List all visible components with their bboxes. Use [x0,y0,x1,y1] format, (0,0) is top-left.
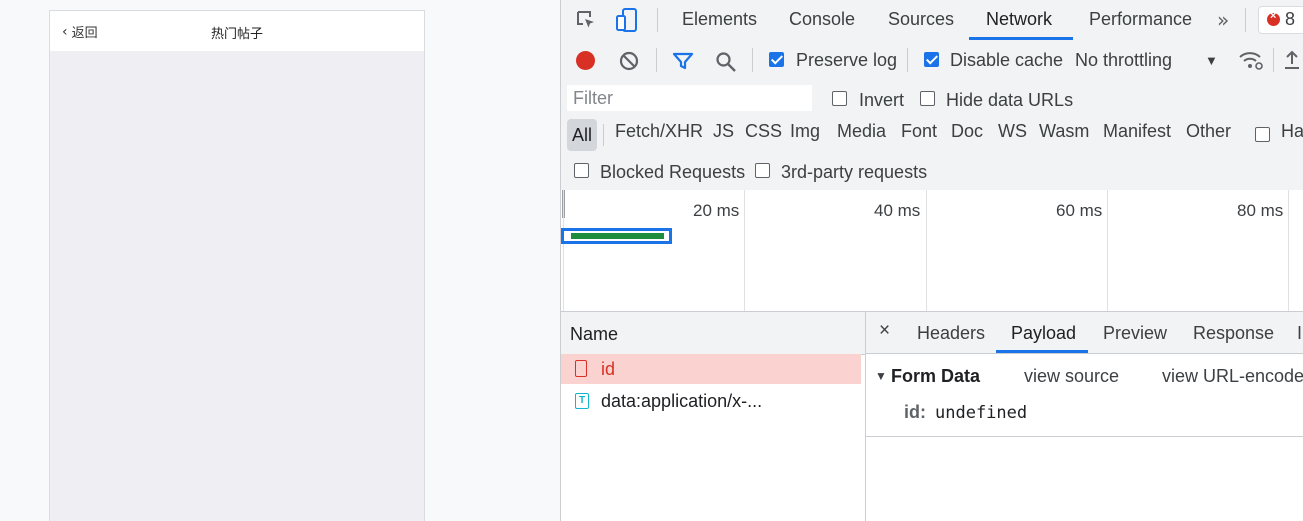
third-party-label: 3rd-party requests [781,162,928,182]
record-icon[interactable] [576,51,595,70]
payload-key: id: [904,402,926,422]
device-toolbar-icon[interactable] [615,7,639,38]
close-icon[interactable]: × [879,320,890,342]
payload-value: undefined [935,403,1028,423]
tab-headers[interactable]: Headers [917,323,985,344]
devtools-tab-bar: Elements Console Sources Network Perform… [561,0,1303,41]
view-url-encoded-button[interactable]: view URL-encoded [1162,366,1303,387]
error-icon-x: × [1270,10,1277,22]
search-icon[interactable] [715,51,737,78]
document-error-icon [575,360,587,377]
type-filter-manifest[interactable]: Manifest [1103,121,1171,142]
grid-line [744,190,745,311]
has-blocked-cookies-checkbox[interactable] [1255,127,1270,142]
form-data-title[interactable]: Form Data [891,366,980,387]
mobile-nav-bar: ‹ 返回 热门帖子 [50,11,424,51]
invert-label: Invert [859,90,905,110]
type-filter-media[interactable]: Media [837,121,886,142]
error-counter[interactable]: × 8 [1258,6,1303,34]
has-blocked-cookies-label: Ha [1281,121,1303,141]
preserve-log-checkbox[interactable] [769,52,784,67]
tab-performance[interactable]: Performance [1089,9,1192,30]
preserve-log-label: Preserve log [796,50,898,70]
grid-line [1288,190,1289,311]
type-filter-ws[interactable]: WS [998,121,1027,142]
grid-line [926,190,927,311]
tab-sources[interactable]: Sources [888,9,954,30]
type-filter-all[interactable]: All [567,119,597,151]
filter-icon[interactable] [672,52,694,75]
throttling-select[interactable]: No throttling [1075,50,1172,71]
timeline-tick: 40 ms [874,201,921,220]
request-detail-pane: × Headers Payload Preview Response I ▼ F… [866,312,1303,521]
name-header-label: Name [570,324,619,344]
type-filter-js[interactable]: JS [713,121,734,142]
network-conditions-icon[interactable] [1238,49,1264,76]
request-name: data:application/x-... [601,391,763,411]
more-tabs-icon[interactable]: » [1217,8,1229,32]
grid-line [563,190,564,311]
type-filter-fetch-xhr[interactable]: Fetch/XHR [615,121,703,142]
tab-elements[interactable]: Elements [682,9,757,30]
type-filter-font[interactable]: Font [901,121,937,142]
dropdown-arrow-icon[interactable]: ▼ [1205,53,1218,68]
request-row[interactable]: T data:application/x-... [561,386,861,416]
type-filter-img[interactable]: Img [790,121,820,142]
tab-response[interactable]: Response [1193,323,1274,344]
page-title: 热门帖子 [210,26,263,41]
filter-input[interactable] [567,85,812,111]
active-tab-indicator [996,350,1088,353]
request-row[interactable]: id [561,354,861,384]
disable-cache-checkbox[interactable] [924,52,939,67]
view-source-button[interactable]: view source [1024,366,1119,387]
network-overview[interactable]: 20 ms 40 ms 60 ms 80 ms [561,190,1303,312]
error-count: 8 [1285,9,1296,29]
request-list: Name id T data:application/x-... [561,312,866,521]
collapse-triangle-icon[interactable]: ▼ [875,369,887,383]
disable-cache-label: Disable cache [950,50,1064,70]
tab-preview[interactable]: Preview [1103,323,1167,344]
third-party-checkbox[interactable] [755,163,770,178]
type-filter-css[interactable]: CSS [745,121,782,142]
divider [603,124,604,146]
text-file-icon: T [575,393,589,409]
tab-initiator[interactable]: I [1297,323,1302,344]
divider [752,48,753,72]
mobile-preview: ‹ 返回 热门帖子 [49,10,425,521]
tab-network[interactable]: Network [986,9,1052,30]
divider [1273,48,1274,72]
blocked-requests-checkbox[interactable] [574,163,589,178]
name-column-header[interactable]: Name [561,312,865,355]
divider [657,8,658,32]
divider [1245,8,1246,32]
grid-line [1107,190,1108,311]
type-filter-wasm[interactable]: Wasm [1039,121,1089,142]
detail-tab-bar: × Headers Payload Preview Response I [866,312,1303,354]
type-filter-other[interactable]: Other [1186,121,1231,142]
waterfall-bar [571,233,664,239]
network-toolbar: Preserve log Disable cache No throttling… [561,40,1303,81]
inspect-element-icon[interactable] [575,9,597,36]
blocked-requests-label: Blocked Requests [600,162,746,182]
tab-payload[interactable]: Payload [1011,323,1076,344]
timeline-tick: 60 ms [1056,201,1103,220]
type-filter-doc[interactable]: Doc [951,121,983,142]
devtools-panel: Elements Console Sources Network Perform… [560,0,1303,521]
import-har-icon[interactable] [1283,50,1301,75]
clear-icon[interactable] [619,51,639,76]
divider [907,48,908,72]
tab-console[interactable]: Console [789,9,855,30]
hide-data-urls-checkbox[interactable] [920,91,935,106]
divider [656,48,657,72]
request-name: id [601,359,616,379]
timeline-tick: 20 ms [693,201,740,220]
hide-data-urls-label: Hide data URLs [946,90,1074,110]
timeline-tick: 80 ms [1237,201,1284,220]
invert-checkbox[interactable] [832,91,847,106]
form-data-section: ▼ Form Data view source view URL-encoded… [866,354,1303,437]
